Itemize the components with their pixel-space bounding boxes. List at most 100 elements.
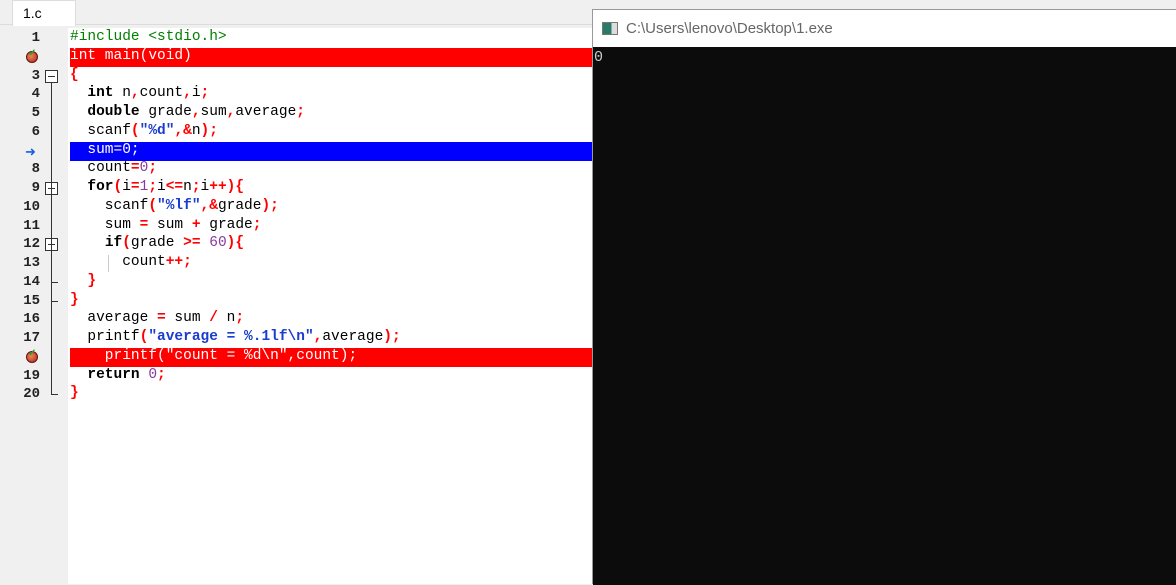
code-token: n	[183, 179, 192, 195]
code-token: count	[139, 85, 184, 102]
fold-range-line	[51, 82, 52, 396]
code-line[interactable]: sum = sum + grade;	[70, 217, 592, 236]
code-line[interactable]: average = sum / n;	[70, 310, 592, 329]
code-token: =	[130, 179, 140, 195]
line-number: 1	[31, 30, 40, 46]
code-token: 0	[148, 366, 158, 383]
code-token: (	[130, 122, 140, 139]
console-title: C:\Users\lenovo\Desktop\1.exe	[626, 20, 833, 37]
code-token: if	[104, 235, 123, 252]
code-token: grade	[130, 235, 184, 252]
code-line[interactable]: for(i=1;i<=n;i++){	[70, 179, 592, 198]
current-line-arrow-icon: ➜	[25, 143, 36, 159]
code-token: <=	[165, 179, 184, 195]
line-number: 3	[31, 67, 40, 84]
code-token: count	[70, 254, 166, 270]
code-line[interactable]: count++;	[70, 254, 592, 273]
code-token: );	[261, 197, 279, 214]
code-editor[interactable]: 13456➜8910111213141516171920 #include <s…	[18, 28, 592, 584]
line-number: 4	[31, 86, 40, 103]
code-token: "%lf"	[157, 197, 201, 214]
console-window[interactable]: C:\Users\lenovo\Desktop\1.exe 0	[592, 9, 1176, 585]
code-token: i	[157, 179, 166, 195]
code-token: ,	[183, 85, 192, 102]
code-token: grade	[200, 216, 253, 233]
code-line[interactable]: double grade,sum,average;	[70, 104, 592, 123]
code-token: {	[70, 66, 79, 83]
code-line[interactable]: return 0;	[70, 367, 592, 386]
code-token: 60	[209, 235, 227, 252]
code-line[interactable]: int n,count,i;	[70, 85, 592, 104]
code-token: average	[322, 329, 384, 345]
code-line[interactable]: }	[70, 385, 592, 404]
code-line[interactable]: scanf("%lf",&grade);	[70, 198, 592, 217]
line-number-gutter[interactable]: 13456➜8910111213141516171920	[18, 28, 68, 584]
code-line[interactable]: }	[70, 273, 592, 292]
code-token: ;	[148, 179, 158, 195]
code-token: /	[209, 310, 218, 327]
code-token: );	[383, 329, 401, 345]
line-number: 8	[31, 161, 40, 178]
code-line[interactable]: count=0;	[70, 160, 592, 179]
code-token: int main(void)	[70, 47, 192, 64]
code-token: }	[70, 291, 79, 308]
console-title-bar[interactable]: C:\Users\lenovo\Desktop\1.exe	[593, 10, 1176, 47]
code-line[interactable]: #include <stdio.h>	[70, 29, 592, 48]
code-token: ;	[200, 85, 210, 102]
tab-label: 1.c	[23, 5, 42, 21]
console-app-icon	[602, 22, 618, 35]
code-token: (	[148, 197, 158, 214]
code-line[interactable]: {	[70, 67, 592, 86]
code-token: }	[70, 385, 79, 402]
line-number: 16	[23, 311, 40, 328]
code-token: sum	[148, 216, 192, 233]
code-token: ;	[296, 104, 305, 120]
code-token: #include <stdio.h>	[70, 29, 227, 45]
line-number: 15	[23, 292, 40, 309]
code-token: (	[122, 235, 131, 252]
code-token: =	[130, 160, 140, 177]
fold-collapse-icon[interactable]	[45, 69, 58, 83]
tab-1c[interactable]: 1.c	[12, 0, 76, 26]
line-number: 13	[23, 255, 40, 271]
current-execution-line[interactable]: sum=0;	[70, 141, 592, 161]
breakpoint-icon[interactable]	[26, 348, 38, 363]
indent-guide	[108, 255, 109, 272]
code-token: grade	[217, 197, 262, 214]
code-line[interactable]: scanf("%d",&n);	[70, 123, 592, 142]
code-token: );	[200, 122, 218, 139]
code-token: "average = %.1lf\n"	[148, 329, 314, 345]
line-number: 10	[23, 198, 40, 215]
code-line[interactable]: printf("average = %.1lf\n",average);	[70, 329, 592, 348]
code-token: ++;	[165, 254, 192, 270]
code-token: return	[87, 366, 140, 383]
code-token: count	[70, 160, 131, 177]
code-token: i	[122, 179, 131, 195]
code-token: }	[87, 272, 97, 289]
code-token: ;	[148, 160, 158, 177]
line-number: 5	[31, 105, 40, 121]
code-token: n	[191, 122, 201, 139]
code-token: ,&	[200, 197, 218, 214]
code-token: ,	[191, 104, 201, 120]
fold-end-marker	[51, 281, 58, 283]
code-line[interactable]: if(grade >= 60){	[70, 235, 592, 254]
code-line[interactable]: }	[70, 292, 592, 311]
code-token: sum	[70, 216, 140, 233]
breakpoint-icon[interactable]	[26, 48, 38, 63]
code-token: sum	[200, 104, 227, 120]
fold-end-marker	[51, 300, 58, 302]
code-token: printf("count = %d\n",count);	[70, 347, 358, 364]
code-token: n	[217, 310, 236, 327]
code-token: i	[191, 85, 201, 102]
breakpoint-line[interactable]: int main(void)	[70, 47, 592, 67]
code-token: sum	[165, 310, 210, 327]
breakpoint-line[interactable]: printf("count = %d\n",count);	[70, 347, 592, 367]
code-token: scanf	[70, 122, 131, 139]
